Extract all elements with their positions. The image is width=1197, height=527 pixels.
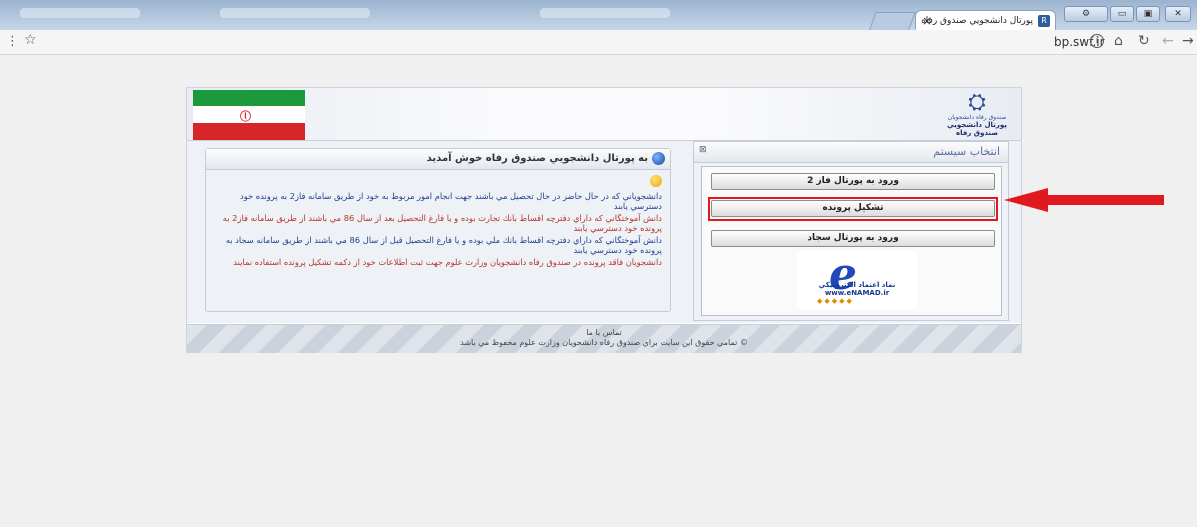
enamad-badge[interactable]: e نماد اعتماد الكترونيكي www.eNAMAD.ir ◆… [797,249,917,309]
contact-link[interactable]: تماس با ما [187,328,1021,337]
enamad-text: نماد اعتماد الكترونيكي www.eNAMAD.ir [818,281,896,297]
red-arrow-annotation [1004,188,1164,212]
info-icon[interactable]: i [1090,34,1104,48]
blurred-tab [540,8,670,18]
back-icon[interactable]: → [1182,33,1194,49]
content-area: به پورتال دانشجويي صندوق رفاه خوش آمديد … [187,141,1021,323]
info-paragraph: دانش آموختگاني كه داراي دفترچه اقساط بان… [222,213,662,233]
browser-titlebar: × پورتال دانشجويي صندوق رفاه R ⚙ ▭ ▣ ✕ [0,0,1197,33]
system-select-title: انتخاب سيستم [933,145,1000,158]
site-icon: R [1038,15,1050,27]
home-icon[interactable]: ⌂ [1114,33,1123,49]
forward-icon[interactable]: ← [1162,33,1174,49]
bookmark-star-icon[interactable]: ☆ [24,32,37,48]
copyright-text: © تمامي حقوق اين سايت براي صندوق رفاه دا… [460,338,748,347]
portal-phase2-button[interactable]: ورود به پورتال فاز 2 [711,173,995,190]
enamad-stars: ◆◆◆◆◆ [817,297,854,305]
profile-button[interactable]: ⚙ [1064,6,1108,22]
page-footer: تماس با ما © تمامي حقوق اين سايت براي صن… [187,324,1021,353]
collapse-icon[interactable]: ⊠ [699,145,707,155]
new-tab-button[interactable] [868,12,916,32]
portal-page: ⓛ ⛭ صندوق رفاه دانشجويان پورتال دانشجويي… [186,87,1022,353]
minimize-button[interactable]: ▭ [1110,6,1134,22]
blurred-tab [20,8,140,18]
menu-icon[interactable]: ⋮ [6,34,19,49]
maximize-button[interactable]: ▣ [1136,6,1160,22]
welcome-panel: به پورتال دانشجويي صندوق رفاه خوش آمديد … [205,148,671,312]
swf-logo: ⛭ صندوق رفاه دانشجويان پورتال دانشجويي ص… [939,90,1015,138]
sajad-portal-button[interactable]: ورود به پورتال سجاد [711,230,995,247]
info-paragraph: دانش آموختگاني كه داراي دفترچه اقساط بان… [225,235,662,255]
close-window-button[interactable]: ✕ [1165,6,1191,22]
welcome-title: به پورتال دانشجويي صندوق رفاه خوش آمديد [426,153,648,164]
header-banner: ⓛ ⛭ صندوق رفاه دانشجويان پورتال دانشجويي… [187,88,1021,141]
logo-org: صندوق رفاه دانشجويان [947,114,1007,121]
system-select-panel: انتخاب سيستم ⊠ ورود به پورتال فاز 2 تشكي… [693,141,1009,321]
welcome-body: دانشجوياني كه در حال حاضر در حال تحصيل م… [206,170,670,310]
logo-icon: ⛭ [968,90,986,115]
reload-icon[interactable]: ↻ [1138,33,1150,49]
logo-name: پورتال دانشجويي صندوق رفاه [947,121,1007,137]
welcome-header: به پورتال دانشجويي صندوق رفاه خوش آمديد [206,149,670,170]
system-buttons-box: ورود به پورتال فاز 2 تشكيل پرونده ورود ب… [701,166,1002,316]
info-paragraph: دانشجوياني كه در حال حاضر در حال تحصيل م… [240,191,662,211]
address-bar: ⋮ ☆ bp.swf.ir i ⌂ ↻ ← → [0,30,1197,55]
globe-icon [652,152,665,165]
system-select-header: انتخاب سيستم ⊠ [694,142,1008,163]
iran-flag-image: ⓛ [193,90,305,140]
blurred-tab [220,8,370,18]
bulb-icon [650,175,662,187]
info-paragraph: دانشجويان فاقد پرونده در صندوق رفاه دانش… [233,257,662,267]
create-file-button[interactable]: تشكيل پرونده [711,200,995,217]
tab-title: پورتال دانشجويي صندوق رفاه [921,16,1033,26]
